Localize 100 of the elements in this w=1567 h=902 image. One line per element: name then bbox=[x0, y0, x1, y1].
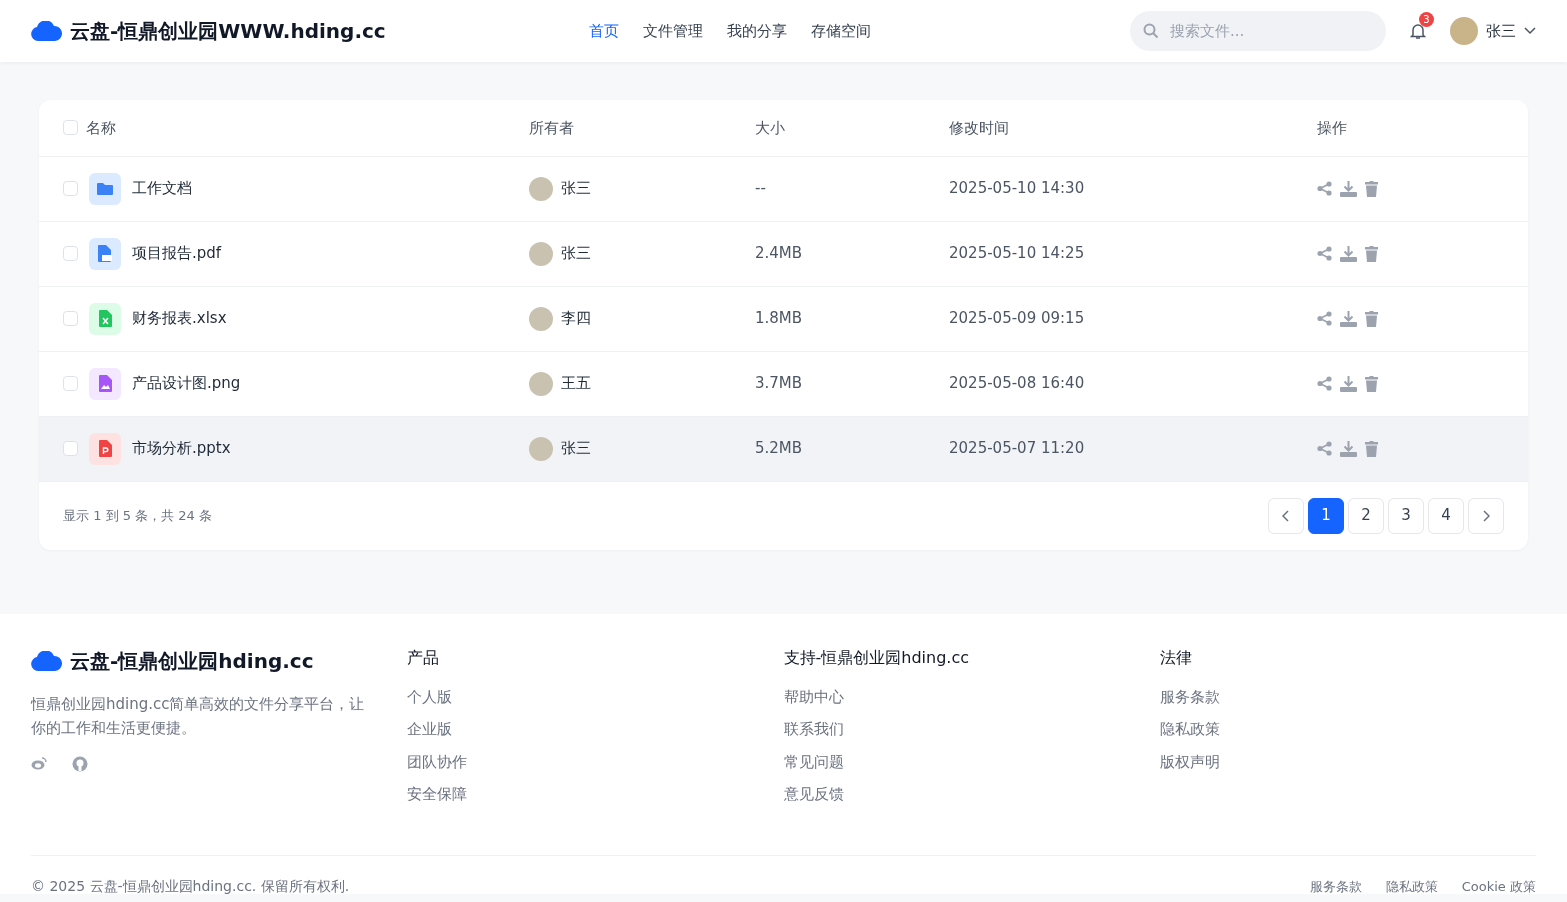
modified-time: 2025-05-10 14:30 bbox=[949, 179, 1085, 198]
previous-page-button[interactable] bbox=[1268, 497, 1304, 534]
footer-link[interactable]: 帮助中心 bbox=[783, 687, 844, 706]
file-row[interactable]: 财务报表.xlsx 李四 1.8MB 2025-05-09 09:15 bbox=[39, 286, 1528, 351]
spreadsheet-file-icon bbox=[98, 310, 112, 327]
footer-link[interactable]: 隐私政策 bbox=[1385, 876, 1438, 897]
footer-link[interactable]: 版权声明 bbox=[1159, 752, 1220, 771]
image-file-icon bbox=[98, 375, 112, 392]
cloud-logo-icon bbox=[31, 650, 62, 671]
file-size: 1.8MB bbox=[755, 309, 803, 328]
file-name[interactable]: 财务报表.xlsx bbox=[132, 307, 227, 330]
row-checkbox[interactable] bbox=[63, 181, 78, 196]
social-icon[interactable] bbox=[31, 755, 48, 770]
share-icon[interactable] bbox=[1317, 181, 1332, 196]
trash-icon[interactable] bbox=[1365, 180, 1378, 197]
file-row[interactable]: 产品设计图.png 王五 3.7MB 2025-05-08 16:40 bbox=[39, 351, 1528, 416]
modified-time: 2025-05-09 09:15 bbox=[949, 309, 1085, 328]
column-header: 大小 bbox=[755, 118, 785, 137]
download-icon[interactable] bbox=[1340, 180, 1357, 197]
trash-icon[interactable] bbox=[1365, 440, 1378, 457]
social-icon[interactable] bbox=[72, 755, 88, 772]
owner-name: 王五 bbox=[561, 373, 591, 395]
search-field[interactable]: 搜索文件... bbox=[1130, 11, 1386, 51]
nav-link[interactable]: 存储空间 bbox=[811, 19, 871, 43]
footer-link[interactable]: 联系我们 bbox=[783, 720, 844, 738]
file-size: 2.4MB bbox=[755, 244, 803, 263]
file-name[interactable]: 市场分析.pptx bbox=[132, 437, 231, 460]
share-icon[interactable] bbox=[1317, 441, 1332, 456]
download-icon[interactable] bbox=[1340, 245, 1357, 262]
bell-icon[interactable] bbox=[1410, 22, 1426, 41]
avatar bbox=[529, 176, 553, 201]
pagination-summary: 显示 1 到 5 条，共 24 条 bbox=[63, 506, 212, 525]
avatar bbox=[529, 306, 553, 331]
file-row[interactable]: 项目报告.pdf 张三 2.4MB 2025-05-10 14:25 bbox=[39, 221, 1528, 286]
share-icon[interactable] bbox=[1317, 246, 1332, 261]
file-size: -- bbox=[755, 179, 766, 198]
avatar bbox=[529, 436, 553, 461]
modified-time: 2025-05-07 11:20 bbox=[949, 439, 1085, 458]
chevron-down-icon[interactable] bbox=[1524, 27, 1536, 35]
file-size: 3.7MB bbox=[755, 374, 803, 393]
row-checkbox[interactable] bbox=[63, 246, 78, 261]
footer-description: 恒鼎创业园hding.cc简单高效的文件分享平台，让你的工作和生活更便捷。 bbox=[31, 693, 366, 739]
footer-link[interactable]: 意见反馈 bbox=[783, 785, 844, 803]
footer-link[interactable]: 隐私政策 bbox=[1159, 720, 1220, 738]
footer-link[interactable]: 常见问题 bbox=[783, 752, 844, 771]
footer-link[interactable]: 服务条款 bbox=[1309, 876, 1362, 897]
select-all-checkbox[interactable] bbox=[63, 120, 78, 136]
footer-link[interactable]: 企业版 bbox=[407, 720, 453, 738]
page-button[interactable]: 3 bbox=[1388, 497, 1424, 534]
nav-link[interactable]: 首页 bbox=[589, 19, 619, 43]
download-icon[interactable] bbox=[1340, 375, 1357, 392]
column-header: 操作 bbox=[1317, 118, 1347, 137]
row-checkbox[interactable] bbox=[63, 311, 78, 326]
nav-link[interactable]: 我的分享 bbox=[727, 19, 787, 43]
modified-time: 2025-05-10 14:25 bbox=[949, 244, 1085, 263]
footer-link[interactable]: 服务条款 bbox=[1159, 687, 1220, 706]
chevron-right-icon bbox=[1482, 509, 1490, 522]
footer-link[interactable]: 安全保障 bbox=[407, 785, 468, 803]
download-icon[interactable] bbox=[1340, 310, 1357, 327]
chevron-left-icon bbox=[1282, 509, 1290, 522]
site-brand[interactable]: 云盘-恒鼎创业园WWW.hding.cc bbox=[70, 16, 386, 46]
footer-heading: 产品 bbox=[407, 646, 441, 669]
column-header: 修改时间 bbox=[949, 118, 1009, 137]
share-icon[interactable] bbox=[1317, 376, 1332, 391]
trash-icon[interactable] bbox=[1365, 375, 1378, 392]
column-header: 所有者 bbox=[529, 118, 574, 137]
avatar bbox=[529, 241, 553, 266]
user-name[interactable]: 张三 bbox=[1486, 19, 1516, 43]
pdf-file-icon bbox=[98, 245, 112, 262]
nav-link[interactable]: 文件管理 bbox=[643, 19, 703, 43]
footer-brand: 云盘-恒鼎创业园hding.cc bbox=[70, 647, 314, 675]
presentation-file-icon bbox=[98, 440, 112, 457]
owner-name: 张三 bbox=[561, 438, 591, 460]
row-checkbox[interactable] bbox=[63, 376, 78, 391]
avatar bbox=[529, 371, 553, 396]
column-header: 名称 bbox=[86, 117, 116, 139]
copyright-text: © 2025 云盘-恒鼎创业园hding.cc. 保留所有权利. bbox=[31, 877, 350, 896]
footer-link[interactable]: 个人版 bbox=[407, 687, 453, 706]
file-name[interactable]: 项目报告.pdf bbox=[132, 242, 222, 265]
file-size: 5.2MB bbox=[755, 439, 803, 458]
row-checkbox[interactable] bbox=[63, 441, 78, 456]
file-name[interactable]: 产品设计图.png bbox=[132, 372, 241, 395]
next-page-button[interactable] bbox=[1468, 497, 1504, 534]
trash-icon[interactable] bbox=[1365, 310, 1378, 327]
page-button[interactable]: 2 bbox=[1348, 497, 1384, 534]
share-icon[interactable] bbox=[1317, 311, 1332, 326]
footer-heading: 支持-恒鼎创业园hding.cc bbox=[783, 646, 970, 669]
owner-name: 张三 bbox=[561, 243, 591, 265]
page-button[interactable]: 1 bbox=[1308, 497, 1344, 534]
avatar[interactable] bbox=[1450, 17, 1478, 45]
page-button[interactable]: 4 bbox=[1428, 497, 1464, 534]
owner-name: 李四 bbox=[561, 308, 591, 330]
file-row[interactable]: 工作文档 张三 -- 2025-05-10 14:30 bbox=[39, 156, 1528, 221]
download-icon[interactable] bbox=[1340, 440, 1357, 457]
modified-time: 2025-05-08 16:40 bbox=[949, 374, 1085, 393]
file-name[interactable]: 工作文档 bbox=[132, 177, 192, 200]
file-row[interactable]: 市场分析.pptx 张三 5.2MB 2025-05-07 11:20 bbox=[39, 416, 1528, 481]
trash-icon[interactable] bbox=[1365, 245, 1378, 262]
footer-link[interactable]: Cookie 政策 bbox=[1461, 876, 1536, 897]
footer-link[interactable]: 团队协作 bbox=[407, 752, 468, 771]
